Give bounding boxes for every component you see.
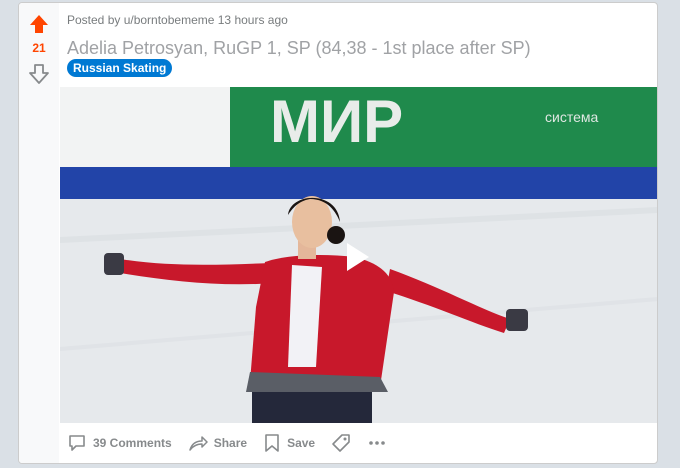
share-label: Share bbox=[213, 436, 248, 450]
banner-text: МИР bbox=[270, 88, 403, 155]
share-button[interactable]: Share bbox=[180, 429, 255, 457]
save-label: Save bbox=[287, 436, 316, 450]
post-meta: Posted by u/borntobememe 13 hours ago bbox=[67, 13, 288, 27]
banner-sub: система bbox=[545, 109, 598, 125]
more-dots-icon bbox=[369, 441, 385, 445]
comment-bubble-icon bbox=[69, 435, 85, 451]
comments-button[interactable]: 39 Comments bbox=[67, 429, 180, 457]
bookmark-icon bbox=[265, 434, 279, 452]
downvote-arrow-icon[interactable] bbox=[28, 63, 50, 85]
tag-icon bbox=[332, 434, 350, 452]
upvote-arrow-icon[interactable] bbox=[28, 13, 50, 35]
comments-label: 39 Comments bbox=[93, 436, 172, 450]
share-arrow-icon bbox=[188, 436, 208, 451]
save-button[interactable]: Save bbox=[255, 429, 323, 457]
post-card[interactable]: 21 Posted by u/borntobememe 13 hours ago… bbox=[18, 2, 658, 464]
play-icon[interactable] bbox=[335, 237, 375, 277]
more-button[interactable] bbox=[359, 429, 395, 457]
post-flair[interactable]: Russian Skating bbox=[67, 59, 173, 77]
post-actions: 39 Comments Share Save bbox=[67, 429, 395, 457]
post-title[interactable]: Adelia Petrosyan, RuGP 1, SP (84,38 - 1s… bbox=[67, 38, 647, 59]
vote-column: 21 bbox=[19, 3, 59, 463]
post-content: Posted by u/borntobememe 13 hours ago Ad… bbox=[60, 3, 657, 463]
vote-score: 21 bbox=[32, 41, 46, 55]
video-player[interactable]: МИР система bbox=[60, 87, 657, 423]
tag-button[interactable] bbox=[323, 429, 359, 457]
